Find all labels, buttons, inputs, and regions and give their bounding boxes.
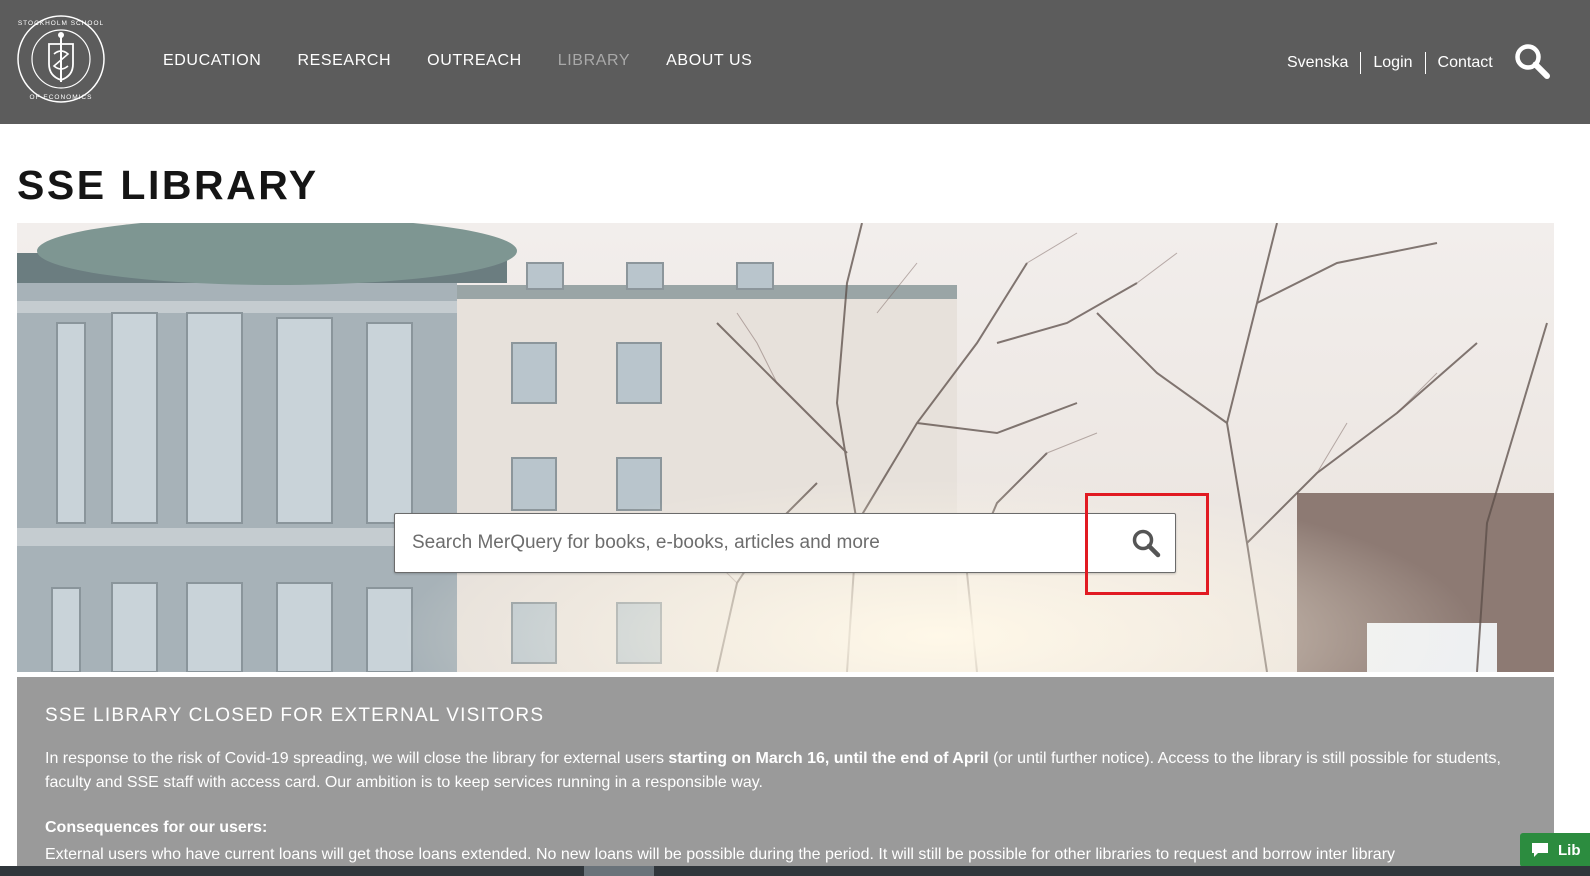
highlight-box	[1085, 493, 1209, 595]
contact-link[interactable]: Contact	[1438, 54, 1493, 72]
chat-bubble-icon	[1532, 843, 1548, 857]
notice-subheading: Consequences for our users:	[45, 819, 268, 836]
nav-education[interactable]: EDUCATION	[163, 52, 261, 70]
divider	[1424, 52, 1426, 74]
search-input[interactable]	[395, 514, 1095, 572]
merquery-search-box	[394, 513, 1176, 573]
chat-button[interactable]: Lib	[1520, 833, 1590, 867]
notice-body-emphasis: starting on March 16, until the end of A…	[668, 750, 989, 767]
divider	[1360, 52, 1362, 74]
chat-label: Lib	[1558, 841, 1581, 859]
notice-body-2: External users who have current loans wi…	[45, 846, 1396, 863]
notice-body: In response to the risk of Covid-19 spre…	[45, 747, 1535, 795]
taskbar	[0, 866, 1590, 876]
svg-text:OF ECONOMICS: OF ECONOMICS	[30, 94, 93, 101]
scrollbar-thumb[interactable]	[584, 866, 654, 876]
building-photo	[17, 223, 1554, 672]
notice-title: SSE LIBRARY CLOSED FOR EXTERNAL VISITORS	[45, 705, 545, 726]
nav-research[interactable]: RESEARCH	[297, 52, 391, 70]
page-title: SSE LIBRARY	[17, 162, 319, 208]
utility-links: Svenska Login Contact	[1287, 52, 1493, 74]
nav-library[interactable]: LIBRARY	[558, 52, 630, 70]
language-link[interactable]: Svenska	[1287, 54, 1348, 72]
svg-text:STOCKHOLM SCHOOL: STOCKHOLM SCHOOL	[18, 20, 104, 27]
hero-image	[17, 223, 1554, 672]
nav-outreach[interactable]: OUTREACH	[427, 52, 522, 70]
search-icon[interactable]	[1513, 42, 1551, 80]
site-header: STOCKHOLM SCHOOL OF ECONOMICS EDUCATION …	[0, 0, 1590, 124]
login-link[interactable]: Login	[1373, 54, 1412, 72]
closure-notice: SSE LIBRARY CLOSED FOR EXTERNAL VISITORS…	[17, 677, 1554, 867]
main-nav: EDUCATION RESEARCH OUTREACH LIBRARY ABOU…	[163, 52, 788, 70]
notice-body-text: In response to the risk of Covid-19 spre…	[45, 750, 669, 767]
nav-about-us[interactable]: ABOUT US	[666, 52, 752, 70]
sse-logo[interactable]: STOCKHOLM SCHOOL OF ECONOMICS	[16, 14, 106, 104]
